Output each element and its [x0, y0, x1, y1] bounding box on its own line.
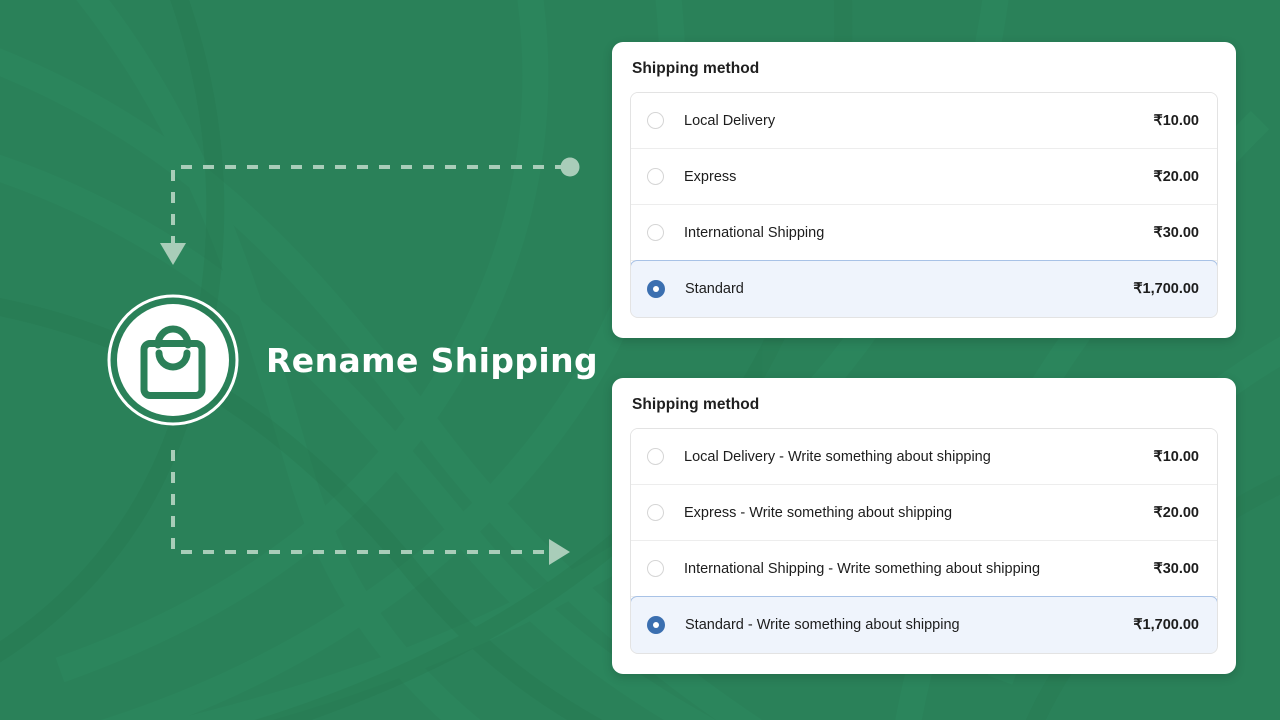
radio-button[interactable] — [647, 112, 664, 129]
option-price: ₹1,700.00 — [1133, 281, 1199, 297]
radio-button[interactable] — [647, 168, 664, 185]
option-label: Local Delivery — [684, 112, 776, 129]
option-label: International Shipping - Write something… — [684, 560, 1041, 577]
option-label: Standard — [685, 281, 744, 297]
option-price: ₹30.00 — [1153, 560, 1199, 577]
arrow-right-icon — [549, 539, 570, 565]
brand-title: Rename Shipping — [266, 340, 599, 380]
shipping-options-list[interactable]: Local Delivery - Write something about s… — [630, 428, 1218, 654]
option-label: Express — [684, 168, 737, 185]
option-price: ₹1,700.00 — [1133, 617, 1199, 633]
shipping-option-row[interactable]: Local Delivery ₹10.00 — [631, 93, 1217, 149]
shipping-option-row[interactable]: Local Delivery - Write something about s… — [631, 429, 1217, 485]
radio-button[interactable] — [647, 224, 664, 241]
option-price: ₹10.00 — [1153, 112, 1199, 129]
option-price: ₹20.00 — [1153, 168, 1199, 185]
top-dashed-path — [171, 165, 566, 243]
card-heading: Shipping method — [632, 60, 760, 77]
option-label: Local Delivery - Write something about s… — [684, 448, 991, 465]
option-label: Standard - Write something about shippin… — [685, 617, 960, 633]
option-label: International Shipping — [684, 224, 825, 241]
option-price: ₹10.00 — [1153, 448, 1199, 465]
promo-left-column: Rename Shipping — [0, 0, 610, 720]
option-price: ₹20.00 — [1153, 504, 1199, 521]
promo-banner: Rename Shipping Shipping method Local De… — [0, 0, 1280, 720]
option-price: ₹30.00 — [1153, 224, 1199, 241]
flow-start-dot — [560, 157, 580, 177]
radio-button-selected[interactable] — [647, 280, 665, 298]
shipping-option-row-selected[interactable]: Standard - Write something about shippin… — [631, 596, 1217, 653]
shipping-method-card-renamed: Shipping method Local Delivery - Write s… — [612, 378, 1236, 674]
radio-button-selected[interactable] — [647, 616, 665, 634]
option-label: Express - Write something about shipping — [684, 504, 953, 521]
shipping-option-row[interactable]: Express ₹20.00 — [631, 149, 1217, 205]
shipping-options-list[interactable]: Local Delivery ₹10.00 Express ₹20.00 Int… — [630, 92, 1218, 318]
radio-button[interactable] — [647, 448, 664, 465]
brand-logo — [106, 293, 240, 427]
shipping-option-row[interactable]: Express - Write something about shipping… — [631, 485, 1217, 541]
brand-lockup: Rename Shipping — [106, 293, 598, 427]
shipping-method-card-plain: Shipping method Local Delivery ₹10.00 Ex… — [612, 42, 1236, 338]
shipping-option-row[interactable]: International Shipping - Write something… — [631, 541, 1217, 597]
shopping-bag-icon — [107, 294, 239, 426]
shipping-option-row[interactable]: International Shipping ₹30.00 — [631, 205, 1217, 261]
bottom-dashed-path — [171, 450, 551, 554]
radio-button[interactable] — [647, 560, 664, 577]
arrow-down-icon — [160, 243, 186, 265]
shipping-option-row-selected[interactable]: Standard ₹1,700.00 — [631, 260, 1217, 317]
radio-button[interactable] — [647, 504, 664, 521]
card-heading: Shipping method — [632, 396, 760, 413]
